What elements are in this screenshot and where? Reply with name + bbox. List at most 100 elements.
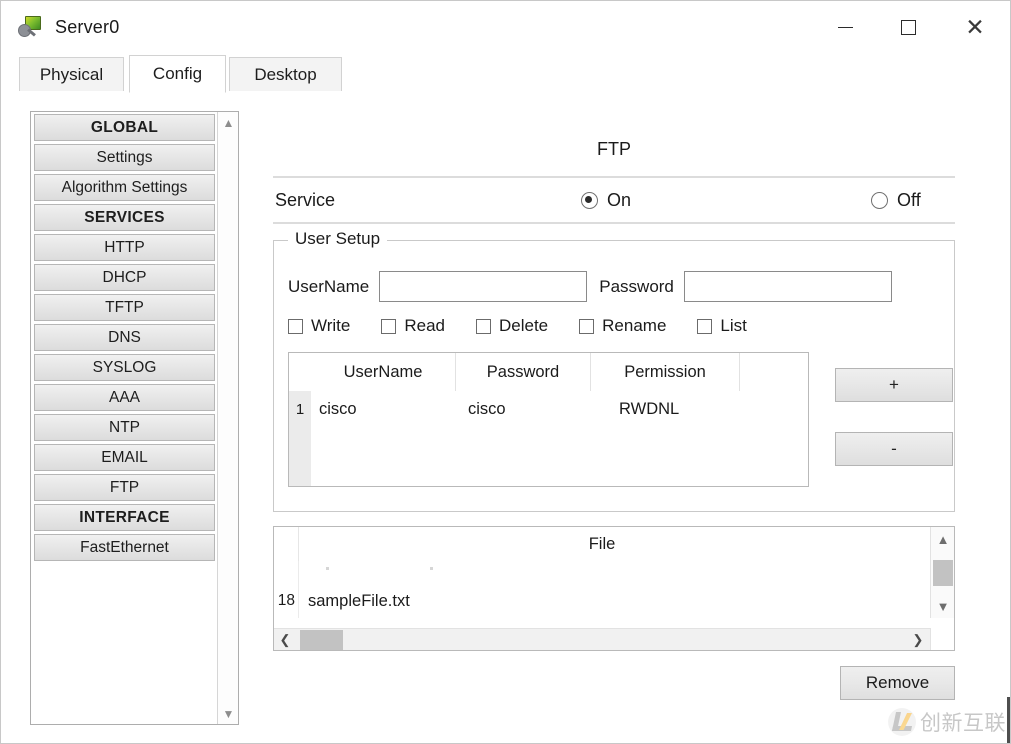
remove-button-row: Remove xyxy=(273,666,955,700)
add-user-label: + xyxy=(889,375,899,395)
sidebar-item-syslog[interactable]: SYSLOG xyxy=(34,354,215,381)
sidebar-item-interface[interactable]: INTERFACE xyxy=(34,504,215,531)
checkbox-unchecked-icon xyxy=(476,319,491,334)
permission-delete-checkbox[interactable]: Delete xyxy=(476,316,548,336)
chevron-down-icon[interactable]: ▼ xyxy=(931,594,955,618)
sidebar-item-label: FTP xyxy=(110,479,139,497)
permission-list-label: List xyxy=(720,316,746,336)
file-list-vertical-scrollbar[interactable]: ▲ ▼ xyxy=(930,527,954,618)
sidebar-item-tftp[interactable]: TFTP xyxy=(34,294,215,321)
config-sidebar: GLOBAL Settings Algorithm Settings SERVI… xyxy=(30,111,239,725)
radio-selected-icon xyxy=(581,192,598,209)
chevron-right-icon[interactable]: ❯ xyxy=(907,629,929,650)
remove-user-button[interactable]: - xyxy=(835,432,953,466)
user-table-cell-password: cisco xyxy=(456,391,591,427)
file-row-name: sampleFile.txt xyxy=(298,592,410,611)
user-table[interactable]: UserName Password Permission 1 cisco cis… xyxy=(288,352,809,487)
user-table-corner xyxy=(289,353,311,391)
checkbox-unchecked-icon xyxy=(381,319,396,334)
file-list-horizontal-scrollbar[interactable]: ❮ ❯ xyxy=(274,628,954,650)
permission-list-checkbox[interactable]: List xyxy=(697,316,746,336)
sidebar-item-algorithm-settings[interactable]: Algorithm Settings xyxy=(34,174,215,201)
permission-write-label: Write xyxy=(311,316,350,336)
file-list[interactable]: File 18 sampleFile.txt ▲ ▼ ❮ ❯ xyxy=(273,526,955,651)
user-table-actions: + - xyxy=(835,352,953,487)
sidebar-item-fastethernet[interactable]: FastEthernet xyxy=(34,534,215,561)
sidebar-item-http[interactable]: HTTP xyxy=(34,234,215,261)
service-on-label: On xyxy=(607,190,631,211)
permission-read-label: Read xyxy=(404,316,445,336)
chevron-left-icon[interactable]: ❮ xyxy=(274,629,296,650)
remove-file-label: Remove xyxy=(866,673,929,693)
service-on-radio[interactable]: On xyxy=(581,190,631,211)
password-label: Password xyxy=(599,277,674,297)
sidebar-item-settings[interactable]: Settings xyxy=(34,144,215,171)
horizontal-scroll-thumb[interactable] xyxy=(300,630,343,650)
file-list-col-file: File xyxy=(589,535,616,554)
divider-service xyxy=(273,222,955,224)
service-off-radio[interactable]: Off xyxy=(871,190,921,211)
sidebar-item-label: DHCP xyxy=(103,269,147,287)
server-device-icon xyxy=(18,15,44,39)
add-user-button[interactable]: + xyxy=(835,368,953,402)
title-bar: Server0 ✕ xyxy=(1,1,1010,53)
sidebar-item-dns[interactable]: DNS xyxy=(34,324,215,351)
permission-write-checkbox[interactable]: Write xyxy=(288,316,350,336)
checkbox-unchecked-icon xyxy=(697,319,712,334)
sidebar-item-ntp[interactable]: NTP xyxy=(34,414,215,441)
packet-tracer-device-window: Server0 ✕ Physical Config Desktop xyxy=(0,0,1011,744)
tab-physical-label: Physical xyxy=(40,65,103,85)
sidebar-item-services[interactable]: SERVICES xyxy=(34,204,215,231)
permission-delete-label: Delete xyxy=(499,316,548,336)
file-list-header: File xyxy=(274,527,954,561)
permission-read-checkbox[interactable]: Read xyxy=(381,316,445,336)
sidebar-item-label: Algorithm Settings xyxy=(62,179,188,197)
radio-empty-icon xyxy=(871,192,888,209)
sidebar-scrollbar[interactable]: ▲ ▼ xyxy=(217,112,238,724)
user-table-empty-rowheader xyxy=(289,427,311,487)
maximize-button[interactable] xyxy=(877,1,940,53)
chevron-down-icon[interactable]: ▼ xyxy=(218,703,239,724)
list-item[interactable]: 18 sampleFile.txt xyxy=(274,587,410,615)
tab-physical[interactable]: Physical xyxy=(19,57,124,92)
sidebar-item-label: TFTP xyxy=(105,299,144,317)
user-setup-legend: User Setup xyxy=(288,229,387,249)
maximize-icon xyxy=(901,20,916,35)
close-button[interactable]: ✕ xyxy=(940,1,1010,53)
user-table-col-password: Password xyxy=(456,353,591,391)
minimize-button[interactable] xyxy=(814,1,877,53)
sidebar-item-aaa[interactable]: AAA xyxy=(34,384,215,411)
remove-file-button[interactable]: Remove xyxy=(840,666,955,700)
username-input[interactable] xyxy=(379,271,587,302)
sidebar-item-list: GLOBAL Settings Algorithm Settings SERVI… xyxy=(31,112,217,564)
chevron-up-icon[interactable]: ▲ xyxy=(218,112,239,133)
user-table-area: UserName Password Permission 1 cisco cis… xyxy=(288,352,954,487)
user-table-col-username: UserName xyxy=(311,353,456,391)
minimize-icon xyxy=(838,27,853,28)
vertical-scroll-thumb[interactable] xyxy=(933,560,953,586)
password-input[interactable] xyxy=(684,271,892,302)
tab-desktop-label: Desktop xyxy=(254,65,316,85)
sidebar-item-dhcp[interactable]: DHCP xyxy=(34,264,215,291)
file-list-header-separator xyxy=(298,527,299,561)
user-table-col-permission: Permission xyxy=(591,353,740,391)
close-icon: ✕ xyxy=(965,16,984,39)
tab-desktop[interactable]: Desktop xyxy=(229,57,342,92)
watermark-edge-bar xyxy=(1007,697,1010,743)
sidebar-item-global[interactable]: GLOBAL xyxy=(34,114,215,141)
sidebar-item-label: GLOBAL xyxy=(91,119,158,137)
sidebar-item-label: AAA xyxy=(109,389,140,407)
sidebar-item-label: NTP xyxy=(109,419,140,437)
window-controls: ✕ xyxy=(814,1,1010,53)
sidebar-item-ftp[interactable]: FTP xyxy=(34,474,215,501)
chevron-up-icon[interactable]: ▲ xyxy=(931,527,955,551)
tab-config[interactable]: Config xyxy=(129,55,226,93)
sidebar-item-email[interactable]: EMAIL xyxy=(34,444,215,471)
permissions-row: Write Read Delete Rename List xyxy=(288,316,954,336)
permission-rename-checkbox[interactable]: Rename xyxy=(579,316,666,336)
tab-config-label: Config xyxy=(153,64,202,84)
table-row[interactable]: 1 cisco cisco RWDNL xyxy=(289,391,808,427)
service-off-label: Off xyxy=(897,190,921,211)
page-title: FTP xyxy=(273,139,955,160)
sidebar-item-label: DNS xyxy=(108,329,141,347)
